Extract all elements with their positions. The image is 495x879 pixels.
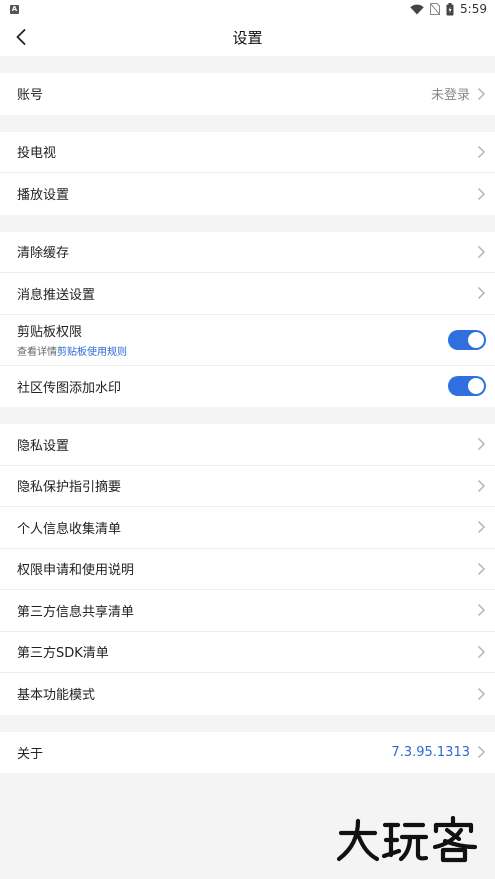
playback-settings-label: 播放设置 xyxy=(17,188,70,204)
clipboard-rules-link[interactable]: 剪贴板使用规则 xyxy=(57,347,127,358)
chevron-right-icon xyxy=(477,245,486,258)
watermark-label: 社区传图添加水印 xyxy=(17,380,122,396)
push-settings-label: 消息推送设置 xyxy=(17,287,96,303)
third-party-share-row[interactable]: 第三方信息共享清单 xyxy=(0,590,495,632)
permissions-row[interactable]: 权限申请和使用说明 xyxy=(0,549,495,590)
app-notification-icon: A xyxy=(10,4,19,14)
privacy-summary-label: 隐私保护指引摘要 xyxy=(17,480,122,496)
permissions-label: 权限申请和使用说明 xyxy=(17,563,135,579)
basic-mode-label: 基本功能模式 xyxy=(17,688,96,704)
account-row[interactable]: 账号 未登录 xyxy=(0,73,495,115)
status-left: A xyxy=(10,4,19,14)
basic-mode-row[interactable]: 基本功能模式 xyxy=(0,673,495,715)
toggle-knob xyxy=(468,378,484,395)
chevron-right-icon xyxy=(477,287,486,300)
clipboard-permission-label: 剪贴板权限 xyxy=(17,325,83,340)
cast-tv-row[interactable]: 投电视 xyxy=(0,132,495,173)
section-gap xyxy=(0,714,495,732)
chevron-right-icon xyxy=(477,87,486,100)
wifi-icon xyxy=(410,4,424,14)
chevron-right-icon xyxy=(477,604,486,617)
section-gap xyxy=(0,56,495,73)
privacy-settings-row[interactable]: 隐私设置 xyxy=(0,424,495,466)
section-gap xyxy=(0,407,495,424)
account-group: 账号 未登录 xyxy=(0,73,495,115)
watermark-logo xyxy=(336,815,478,863)
general-group: 清除缓存 消息推送设置 剪贴板权限 查看详情剪贴板使用规则 社区传图添加水印 xyxy=(0,231,495,408)
about-label: 关于 xyxy=(17,746,44,762)
chevron-right-icon xyxy=(477,746,486,759)
personal-info-list-row[interactable]: 个人信息收集清单 xyxy=(0,507,495,549)
back-arrow-icon xyxy=(16,29,26,45)
clear-cache-label: 清除缓存 xyxy=(17,246,70,262)
chevron-right-icon xyxy=(477,562,486,575)
no-sim-icon xyxy=(430,3,441,15)
personal-info-list-label: 个人信息收集清单 xyxy=(17,521,122,537)
section-gap xyxy=(0,114,495,132)
chevron-right-icon xyxy=(477,645,486,658)
third-party-share-label: 第三方信息共享清单 xyxy=(17,604,135,620)
chevron-right-icon xyxy=(477,687,486,700)
section-gap xyxy=(0,214,495,232)
status-bar: A 5:59 xyxy=(0,0,495,18)
privacy-group: 隐私设置 隐私保护指引摘要 个人信息收集清单 权限申请和使用说明 第三方信息共享… xyxy=(0,424,495,715)
watermark-toggle[interactable] xyxy=(448,376,486,397)
account-status: 未登录 xyxy=(430,88,470,104)
status-right: 5:59 xyxy=(410,2,487,16)
privacy-settings-label: 隐私设置 xyxy=(17,438,70,454)
version-number: 7.3.95.1313 xyxy=(391,744,470,760)
cast-tv-label: 投电视 xyxy=(17,146,57,162)
watermark-row: 社区传图添加水印 xyxy=(0,366,495,408)
page-title: 设置 xyxy=(232,28,263,47)
back-button[interactable] xyxy=(10,26,32,48)
clipboard-detail-prefix: 查看详情 xyxy=(17,347,57,358)
battery-icon xyxy=(446,2,454,15)
clipboard-detail-text: 查看详情剪贴板使用规则 xyxy=(17,343,127,358)
playback-settings-row[interactable]: 播放设置 xyxy=(0,173,495,215)
playback-group: 投电视 播放设置 xyxy=(0,131,495,215)
chevron-right-icon xyxy=(477,479,486,492)
chevron-right-icon xyxy=(477,187,486,200)
chevron-right-icon xyxy=(477,145,486,158)
chevron-right-icon xyxy=(477,438,486,451)
push-settings-row[interactable]: 消息推送设置 xyxy=(0,273,495,315)
about-row[interactable]: 关于 7.3.95.1313 xyxy=(0,732,495,774)
chevron-right-icon xyxy=(477,521,486,534)
about-group: 关于 7.3.95.1313 xyxy=(0,731,495,774)
clipboard-toggle[interactable] xyxy=(448,329,486,350)
third-party-sdk-row[interactable]: 第三方SDK清单 xyxy=(0,632,495,673)
account-label: 账号 xyxy=(17,88,44,104)
clipboard-permission-row: 剪贴板权限 查看详情剪贴板使用规则 xyxy=(0,315,495,366)
third-party-sdk-label: 第三方SDK清单 xyxy=(17,646,109,662)
privacy-summary-row[interactable]: 隐私保护指引摘要 xyxy=(0,466,495,507)
title-bar: 设置 xyxy=(0,18,495,56)
toggle-knob xyxy=(468,331,484,348)
status-time: 5:59 xyxy=(460,2,487,16)
clear-cache-row[interactable]: 清除缓存 xyxy=(0,232,495,273)
